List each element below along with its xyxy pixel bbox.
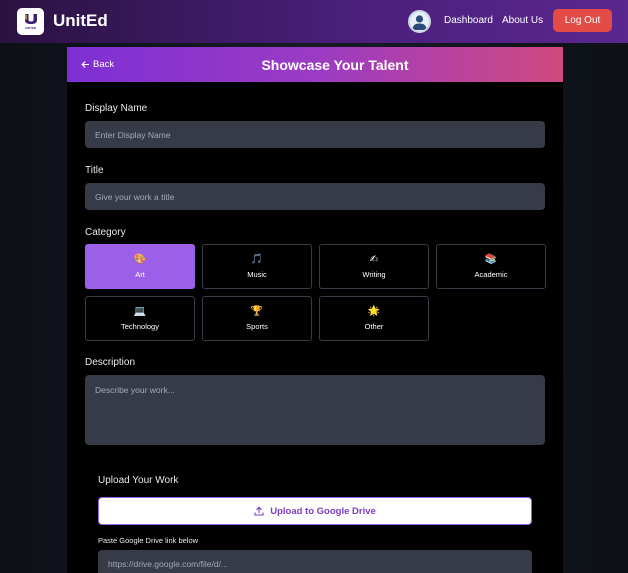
nav-link-about-us[interactable]: About Us bbox=[502, 15, 543, 26]
category-academic[interactable]: 📚 Academic bbox=[436, 244, 546, 289]
upload-google-drive-button[interactable]: Upload to Google Drive bbox=[98, 497, 532, 525]
category-technology[interactable]: 💻 Technology bbox=[85, 296, 195, 341]
upload-icon bbox=[254, 506, 264, 516]
description-label: Description bbox=[85, 357, 136, 368]
logo[interactable]: UNITED bbox=[17, 8, 44, 35]
writing-hand-icon: ✍ bbox=[369, 254, 379, 265]
navbar: UNITED UnitEd Dashboard About Us Log Out bbox=[0, 0, 628, 43]
logo-u-icon bbox=[24, 14, 37, 24]
category-label-art: Art bbox=[135, 270, 145, 279]
category-label-other: Other bbox=[364, 322, 384, 331]
logout-button[interactable]: Log Out bbox=[553, 9, 612, 32]
nav-link-dashboard[interactable]: Dashboard bbox=[444, 15, 493, 26]
category-other[interactable]: 🌟 Other bbox=[319, 296, 429, 341]
palette-icon: 🎨 bbox=[133, 254, 147, 265]
books-icon: 📚 bbox=[484, 254, 498, 265]
star-icon: 🌟 bbox=[367, 306, 381, 317]
category-music[interactable]: 🎵 Music bbox=[202, 244, 312, 289]
description-textarea[interactable]: Describe your work... bbox=[85, 375, 545, 445]
brand-name: UnitEd bbox=[53, 11, 108, 30]
music-note-icon: 🎵 bbox=[250, 254, 264, 265]
category-label-technology: Technology bbox=[121, 322, 159, 331]
upload-button-label: Upload to Google Drive bbox=[270, 505, 376, 517]
category-writing[interactable]: ✍ Writing bbox=[319, 244, 429, 289]
form-header: Back Showcase Your Talent bbox=[67, 47, 563, 82]
category-art[interactable]: 🎨 Art bbox=[85, 244, 195, 289]
drive-link-input[interactable]: https://drive.google.com/file/d/... bbox=[98, 550, 532, 573]
category-label: Category bbox=[85, 227, 126, 238]
laptop-icon: 💻 bbox=[133, 306, 147, 317]
user-avatar-icon[interactable] bbox=[408, 10, 431, 33]
category-label-music: Music bbox=[247, 270, 267, 279]
page-title: Showcase Your Talent bbox=[261, 57, 409, 73]
logo-subtext: UNITED bbox=[24, 26, 37, 30]
category-label-writing: Writing bbox=[362, 270, 386, 279]
category-sports[interactable]: 🏆 Sports bbox=[202, 296, 312, 341]
title-input[interactable]: Give your work a title bbox=[85, 183, 545, 210]
upload-section-label: Upload Your Work bbox=[98, 475, 179, 486]
display-name-input[interactable]: Enter Display Name bbox=[85, 121, 545, 148]
category-label-academic: Academic bbox=[474, 270, 508, 279]
trophy-icon: 🏆 bbox=[250, 306, 264, 317]
drive-link-label: Paste Google Drive link below bbox=[98, 536, 199, 545]
title-label: Title bbox=[85, 165, 104, 176]
display-name-label: Display Name bbox=[85, 103, 148, 114]
category-label-sports: Sports bbox=[246, 322, 268, 331]
